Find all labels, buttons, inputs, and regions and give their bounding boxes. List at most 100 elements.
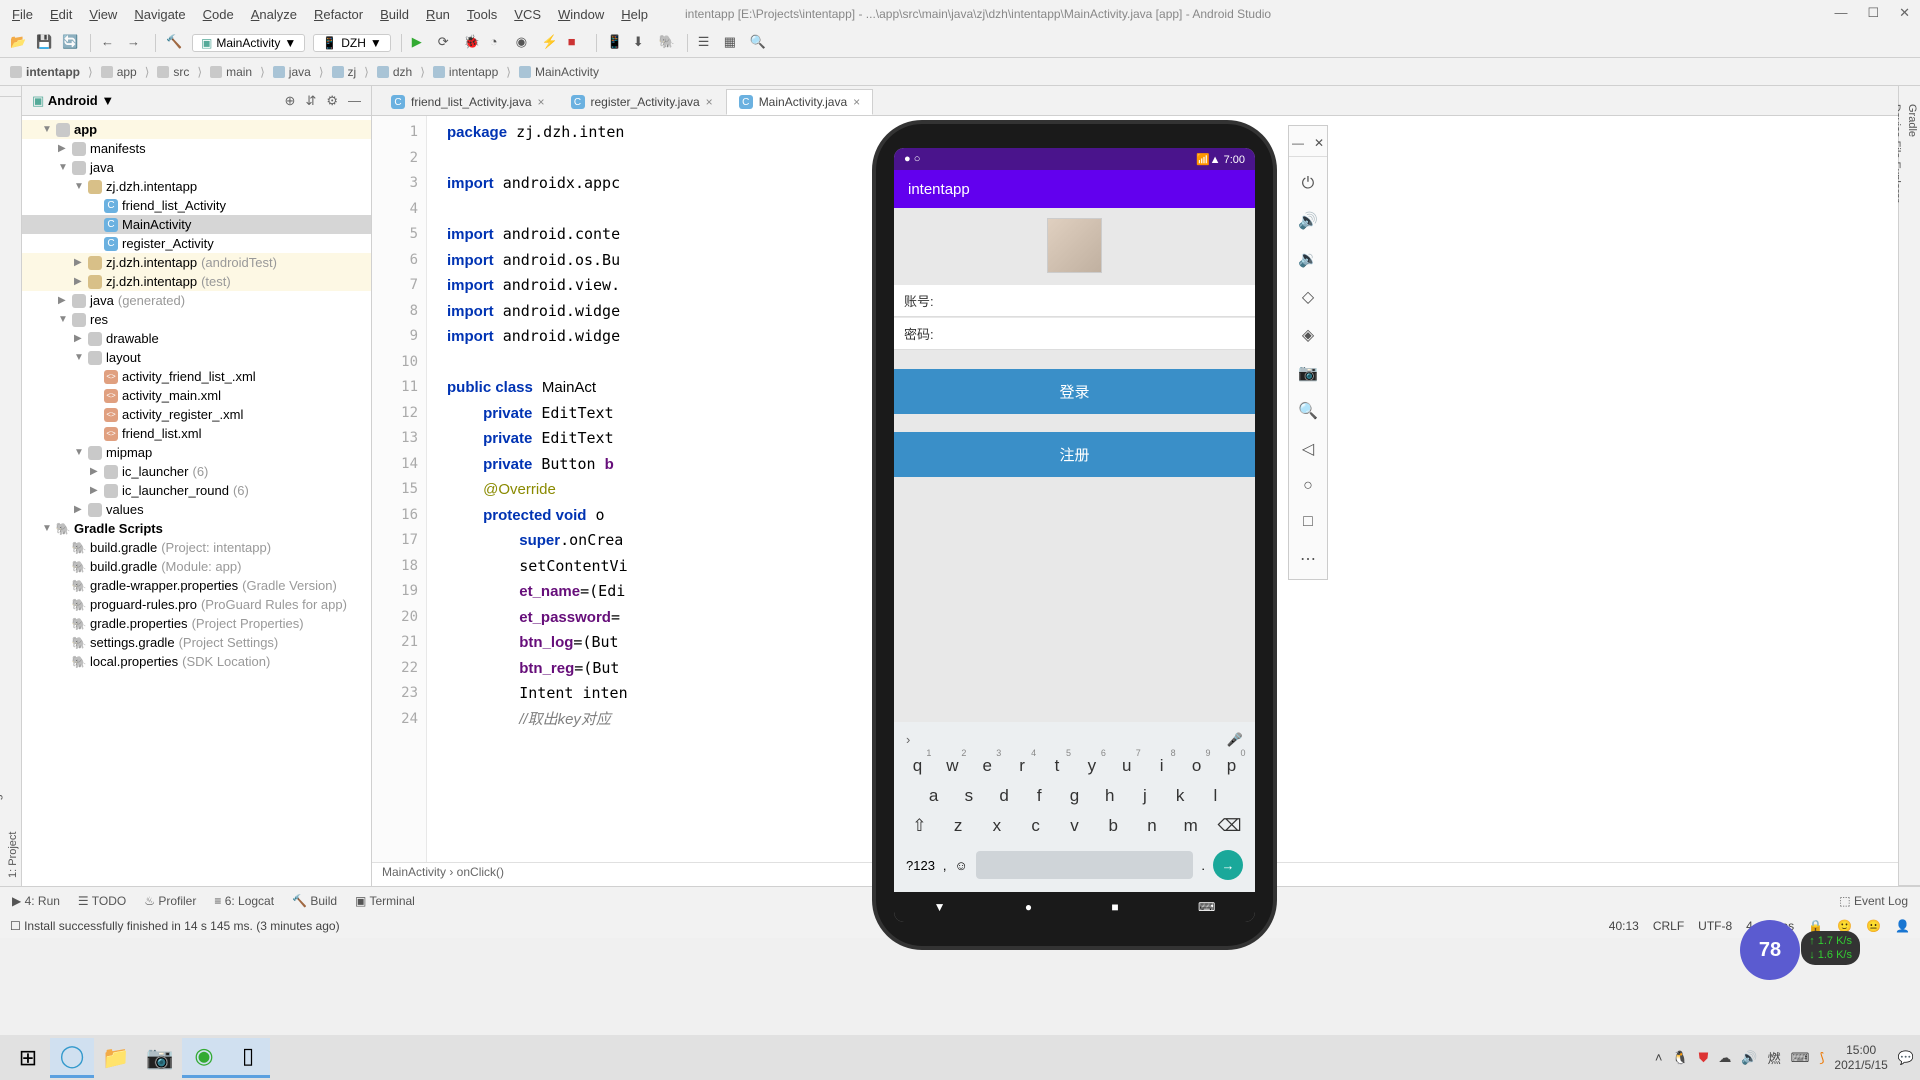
tree-item[interactable]: proguard-rules.pro (ProGuard Rules for a… [22,595,371,614]
emu-control-btn[interactable]: 🔍 [1298,401,1318,421]
emu-control-btn[interactable]: ◁ [1302,439,1314,459]
android-nav-bar[interactable]: ▼ ● ■ ⌨ [894,892,1255,922]
menu-edit[interactable]: Edit [43,5,79,24]
nav-dropdown-icon[interactable]: ▼ [934,900,946,914]
nav-kb-icon[interactable]: ⌨ [1198,900,1215,914]
kb-key[interactable]: h [1096,786,1124,806]
menu-tools[interactable]: Tools [460,5,504,24]
tree-item[interactable]: local.properties (SDK Location) [22,652,371,671]
tree-item[interactable]: activity_register_.xml [22,405,371,424]
emulator-window[interactable]: ● ○📶▲ 7:00 intentapp 账号: 密码: 登录 注册 › 🎤 q… [872,120,1277,950]
tree-item[interactable]: activity_friend_list_.xml [22,367,371,386]
breadcrumb-item[interactable]: MainActivity [519,65,599,79]
tree-item[interactable]: ▼zj.dzh.intentapp [22,177,371,196]
device-screen[interactable]: ● ○📶▲ 7:00 intentapp 账号: 密码: 登录 注册 › 🎤 q… [894,148,1255,922]
maximize-icon[interactable]: ☐ [1867,5,1879,21]
tree-item[interactable]: friend_list_Activity [22,196,371,215]
layout-icon[interactable]: ▦ [724,34,742,52]
clock[interactable]: 15:002021/5/15 [1834,1043,1887,1073]
hide-icon[interactable]: — [348,93,361,109]
tool-tab[interactable]: Gradle [1904,96,1920,886]
kb-key[interactable]: ⇧ [905,816,933,836]
nav-recent-icon[interactable]: ■ [1111,900,1118,914]
kb-key[interactable]: a [920,786,948,806]
gradle-sync-icon[interactable]: 🐘 [659,34,677,52]
windows-taskbar[interactable]: ⊞ ◯ 📁 📷 ◉ ▯ ˄🐧⛊☁🔊燃⌨ ⟆ 15:002021/5/15 💬 [0,1035,1920,1080]
emu-control-btn[interactable]: 🔉 [1298,249,1318,269]
editor-tab[interactable]: register_Activity.java × [558,89,726,115]
kb-emoji-icon[interactable]: ☺ [955,858,968,873]
device-dropdown[interactable]: 📱DZH▼ [313,34,391,52]
editor-tab[interactable]: friend_list_Activity.java × [378,89,558,115]
tree-item[interactable]: ▶ic_launcher_round (6) [22,481,371,500]
menu-run[interactable]: Run [419,5,457,24]
kb-key[interactable]: y6 [1078,756,1106,776]
explorer-icon[interactable]: 📁 [94,1038,138,1078]
tree-item[interactable]: ▶manifests [22,139,371,158]
gear-icon[interactable]: ⚙ [326,93,338,109]
tool-tab[interactable]: 1: Project [5,96,21,886]
bottom-tab[interactable]: ▣ Terminal [355,894,415,908]
account-field[interactable]: 账号: [894,285,1255,317]
tree-item[interactable]: ▼res [22,310,371,329]
coverage-icon[interactable]: ◉ [516,34,534,52]
editor-tab[interactable]: MainActivity.java × [726,89,874,115]
assistant-badge[interactable]: 78 [1740,920,1800,980]
tree-item[interactable]: ▼layout [22,348,371,367]
encoding[interactable]: UTF-8 [1698,919,1732,933]
kb-key[interactable]: d [990,786,1018,806]
emu-control-btn[interactable]: ⋯ [1300,549,1316,569]
kb-expand-icon[interactable]: › [906,732,910,748]
emu-window-btn[interactable]: — [1292,136,1304,150]
kb-key[interactable]: z [944,816,972,836]
kb-key[interactable]: l [1201,786,1229,806]
menu-file[interactable]: File [5,5,40,24]
sync-icon[interactable]: 🔄 [62,34,80,52]
breadcrumb-item[interactable]: zj [332,65,357,79]
kb-key[interactable]: t5 [1043,756,1071,776]
kb-key[interactable]: m [1177,816,1205,836]
emu-control-btn[interactable]: ⏻ [1302,175,1315,193]
avd-icon[interactable]: 📱 [607,34,625,52]
save-icon[interactable]: 💾 [36,34,54,52]
bottom-tab[interactable]: ≡ 6: Logcat [214,894,274,908]
breadcrumb-item[interactable]: main [210,65,252,79]
tree-item[interactable]: ▼mipmap [22,443,371,462]
bottom-tab[interactable]: 🔨 Build [292,894,337,908]
soft-keyboard[interactable]: › 🎤 q1w2e3r4t5y6u7i8o9p0 asdfghjkl ⇧zxcv… [894,722,1255,892]
back-icon[interactable]: ← [101,34,119,52]
kb-key[interactable]: b [1099,816,1127,836]
line-ending[interactable]: CRLF [1653,919,1684,933]
emu-control-btn[interactable]: ○ [1303,477,1313,495]
tree-item[interactable]: ▼Gradle Scripts [22,519,371,538]
bottom-tab[interactable]: ☰ TODO [78,894,126,908]
debug-icon[interactable]: 🐞 [464,34,482,52]
kb-key[interactable]: i8 [1148,756,1176,776]
menu-build[interactable]: Build [373,5,416,24]
tree-item[interactable]: gradle.properties (Project Properties) [22,614,371,633]
bottom-tab[interactable]: ♨ Profiler [144,894,196,908]
emulator-taskbar-icon[interactable]: ▯ [226,1038,270,1078]
login-button[interactable]: 登录 [894,369,1255,414]
hammer-icon[interactable]: 🔨 [166,34,184,52]
run-config-dropdown[interactable]: ▣MainActivity▼ [192,34,305,52]
open-icon[interactable]: 📂 [10,34,28,52]
tree-item[interactable]: MainActivity [22,215,371,234]
emu-control-btn[interactable]: ◇ [1302,287,1314,307]
menu-help[interactable]: Help [614,5,655,24]
tree-item[interactable]: friend_list.xml [22,424,371,443]
tree-item[interactable]: gradle-wrapper.properties (Gradle Versio… [22,576,371,595]
stop-icon[interactable]: ■ [568,34,586,52]
tree-item[interactable]: ▶ic_launcher (6) [22,462,371,481]
kb-key[interactable]: j [1131,786,1159,806]
tree-item[interactable]: ▶values [22,500,371,519]
register-button[interactable]: 注册 [894,432,1255,477]
password-field[interactable]: 密码: [894,318,1255,350]
kb-key[interactable]: r4 [1008,756,1036,776]
menu-analyze[interactable]: Analyze [244,5,304,24]
kb-key[interactable]: o9 [1183,756,1211,776]
start-icon[interactable]: ⊞ [6,1038,50,1078]
camera-icon[interactable]: 📷 [138,1038,182,1078]
event-log-tab[interactable]: ⬚ Event Log [1839,894,1908,908]
tree-item[interactable]: activity_main.xml [22,386,371,405]
